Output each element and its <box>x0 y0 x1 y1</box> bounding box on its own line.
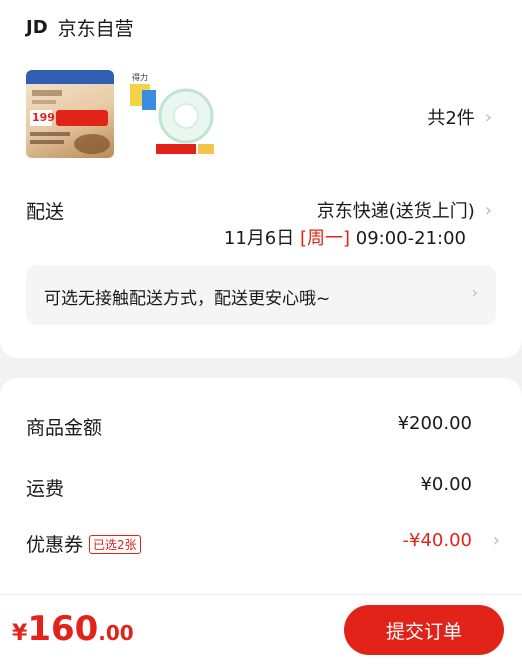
delivery-date: 11月6日 <box>223 228 295 249</box>
chevron-right-icon: › <box>471 283 478 302</box>
order-items-card: JD 京东自营 199 得力 共2件 › 配送 京东快递(送货上门) › 11月… <box>0 0 522 358</box>
coupon-row[interactable]: 优惠券 已选2张 -¥40.00 › <box>26 530 500 560</box>
coupon-selected-badge: 已选2张 <box>89 535 141 554</box>
shop-header: JD 京东自营 <box>26 14 134 41</box>
coupon-label: 优惠券 <box>26 534 84 556</box>
delivery-weekday: [周一] <box>299 228 351 249</box>
chevron-right-icon: › <box>484 106 492 128</box>
shop-name: 京东自营 <box>57 18 134 40</box>
total-decimal: .00 <box>98 621 134 645</box>
delivery-time-range: 09:00-21:00 <box>355 228 466 249</box>
item-count: 共2件 <box>427 108 475 129</box>
checkout-bar: ¥160.00 提交订单 <box>0 594 522 665</box>
delivery-time: 11月6日 [周一] 09:00-21:00 <box>224 224 466 250</box>
product-thumbnail[interactable]: 199 <box>26 70 114 158</box>
chevron-right-icon: › <box>492 530 500 551</box>
order-total: ¥160.00 <box>12 609 134 649</box>
currency-symbol: ¥ <box>12 621 28 646</box>
delivery-method: 京东快递(送货上门) <box>316 201 475 222</box>
promo-price: 199 <box>32 111 55 124</box>
brand-label: 得力 <box>132 73 148 82</box>
contactless-delivery-notice[interactable]: 可选无接触配送方式，配送更安心哦~ › <box>26 265 496 325</box>
notice-text: 可选无接触配送方式，配送更安心哦~ <box>44 289 331 309</box>
total-integer: 160 <box>27 609 99 649</box>
shipping-fee-value: ¥0.00 <box>420 474 472 495</box>
goods-amount-value: ¥200.00 <box>397 413 472 434</box>
jd-logo: JD <box>26 17 48 38</box>
chevron-right-icon: › <box>484 199 492 221</box>
shipping-fee-row: 运费 ¥0.00 <box>26 474 492 504</box>
goods-amount-row: 商品金额 ¥200.00 <box>26 413 492 443</box>
product-thumbnail[interactable]: 得力 <box>128 70 216 158</box>
delivery-label: 配送 <box>26 201 65 223</box>
product-image <box>130 84 214 154</box>
coupon-label-group: 优惠券 已选2张 <box>26 530 141 557</box>
shipping-fee-label: 运费 <box>26 478 65 500</box>
item-count-row[interactable]: 共2件 › <box>427 104 492 130</box>
submit-order-button[interactable]: 提交订单 <box>344 605 504 655</box>
delivery-method-row[interactable]: 京东快递(送货上门) › <box>317 197 492 223</box>
coupon-discount-value: -¥40.00 <box>402 530 472 551</box>
goods-amount-label: 商品金额 <box>26 417 103 439</box>
